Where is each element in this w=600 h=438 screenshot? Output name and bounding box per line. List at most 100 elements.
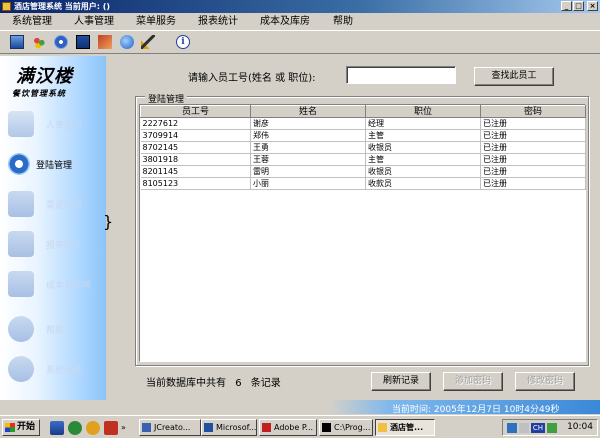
sidebar-subtitle: 餐饮管理系统 — [12, 88, 66, 98]
app-icon — [322, 423, 331, 432]
windows-logo-icon — [5, 423, 15, 432]
cell-password: 已注册 — [480, 165, 586, 178]
column-header-password[interactable]: 密码 — [480, 105, 586, 118]
sidebar-item-login[interactable]: 登陆管理 — [8, 149, 104, 179]
table-header-row: 员工号 姓名 职位 密码 — [140, 105, 586, 118]
sidebar-item-personnel[interactable]: 人事登记 — [8, 109, 104, 139]
book-icon[interactable] — [76, 35, 90, 49]
maximize-button[interactable]: □ — [573, 1, 584, 11]
cell-password: 已注册 — [480, 177, 586, 190]
task-command-prompt[interactable]: C:\Prog... — [319, 419, 373, 436]
cell-employee-id: 8105123 — [140, 177, 251, 190]
cell-name: 王勇 — [250, 141, 366, 154]
cell-employee-id: 3801918 — [140, 153, 251, 166]
task-label: C:\Prog... — [334, 423, 371, 432]
sidebar-item-label: 帮助 — [46, 326, 65, 336]
sidebar-item-cost[interactable]: 成本及库房 — [8, 269, 104, 299]
cell-position: 主管 — [365, 129, 481, 142]
quicklaunch-icon[interactable] — [68, 421, 82, 435]
cell-name: 王蓉 — [250, 153, 366, 166]
app-icon — [262, 423, 271, 432]
sidebar-item-label: 人事登记 — [46, 121, 83, 131]
table-row[interactable]: 8105123 小丽 收款员 已注册 — [140, 177, 586, 190]
cell-password: 已注册 — [480, 117, 586, 130]
clock: 10:04 — [567, 422, 593, 432]
info-icon — [8, 356, 34, 382]
chart-icon — [8, 231, 34, 257]
sidebar-splitter[interactable]: } — [103, 212, 113, 231]
menu-personnel[interactable]: 人事管理 — [74, 15, 114, 28]
card-icon[interactable] — [98, 35, 112, 49]
system-tray: CH 10:04 — [502, 419, 598, 436]
column-header-name[interactable]: 姓名 — [250, 105, 366, 118]
task-jcreator[interactable]: JCreato... — [139, 419, 201, 436]
task-microsoft[interactable]: Microsof... — [201, 419, 257, 436]
record-count: 当前数据库中共有 6 条记录 — [146, 374, 287, 389]
task-label: Adobe P... — [274, 423, 314, 432]
column-header-position[interactable]: 职位 — [365, 105, 481, 118]
help-icon — [8, 316, 34, 342]
cell-position: 收款员 — [365, 177, 481, 190]
cell-name: 郑伟 — [250, 129, 366, 142]
employee-table[interactable]: 员工号 姓名 职位 密码 2227612 谢彦 经理 已注册 3709914 郑… — [139, 104, 586, 362]
menu-reports[interactable]: 报表统计 — [198, 15, 238, 28]
minimize-button[interactable]: _ — [561, 1, 572, 11]
add-password-button[interactable]: 添加密码 — [443, 372, 503, 391]
chevron-right-icon[interactable]: » — [121, 421, 135, 435]
info-icon[interactable]: i — [176, 35, 190, 49]
quicklaunch-icon[interactable] — [50, 421, 64, 435]
volume-icon[interactable] — [519, 423, 529, 433]
menu-cost-warehouse[interactable]: 成本及库房 — [260, 15, 310, 28]
table-row[interactable]: 2227612 谢彦 经理 已注册 — [140, 117, 586, 130]
sidebar-item-menu-price[interactable]: 菜谱价格 — [8, 189, 104, 219]
cell-employee-id: 8702145 — [140, 141, 251, 154]
task-adobe[interactable]: Adobe P... — [259, 419, 317, 436]
tools-icon — [8, 271, 34, 297]
quicklaunch-icon[interactable] — [104, 421, 118, 435]
computer-icon[interactable] — [10, 35, 24, 49]
cell-password: 已注册 — [480, 141, 586, 154]
cell-name: 雷明 — [250, 165, 366, 178]
task-hotel-mgmt[interactable]: 酒店管... — [375, 419, 435, 436]
sidebar-item-label: 菜谱价格 — [46, 201, 83, 211]
tray-icon[interactable] — [547, 423, 557, 433]
tray-icon[interactable] — [507, 423, 517, 433]
cell-position: 经理 — [365, 117, 481, 130]
search-input[interactable] — [346, 66, 456, 84]
toolbar: i — [0, 30, 600, 54]
users-icon[interactable] — [32, 35, 46, 49]
sidebar-item-settings[interactable]: 系统设置 — [8, 354, 104, 384]
quicklaunch-icon[interactable] — [86, 421, 100, 435]
taskbar: 开始 » JCreato... Microsof... Adobe P... C… — [0, 415, 600, 438]
globe-icon[interactable] — [120, 35, 134, 49]
brush-icon[interactable] — [141, 35, 155, 49]
cell-employee-id: 8201145 — [140, 165, 251, 178]
table-row[interactable]: 8702145 王勇 收银员 已注册 — [140, 141, 586, 154]
cell-name: 谢彦 — [250, 117, 366, 130]
close-button[interactable]: × — [587, 1, 598, 11]
modify-password-button[interactable]: 修改密码 — [515, 372, 575, 391]
task-label: JCreato... — [154, 423, 191, 432]
refresh-records-button[interactable]: 刷新记录 — [371, 372, 431, 391]
cell-employee-id: 3709914 — [140, 129, 251, 142]
sidebar-logo: 满汉楼 — [16, 66, 73, 87]
sidebar-item-label: 系统设置 — [46, 366, 83, 376]
menu-system[interactable]: 系统管理 — [12, 15, 52, 28]
task-label: 酒店管... — [390, 423, 424, 432]
gear-icon[interactable] — [54, 35, 68, 49]
table-row[interactable]: 8201145 雷明 收银员 已注册 — [140, 165, 586, 178]
menu-menu-service[interactable]: 菜单服务 — [136, 15, 176, 28]
sidebar-item-help[interactable]: 帮助 — [8, 314, 104, 344]
sidebar-item-reports[interactable]: 报表统计 — [8, 229, 104, 259]
app-icon — [204, 423, 213, 432]
app-icon — [378, 423, 387, 432]
start-button[interactable]: 开始 — [2, 419, 40, 436]
menu-help[interactable]: 帮助 — [333, 15, 353, 28]
status-time: 当前时间: 2005年12月7日 10时4分49秒 — [392, 405, 560, 415]
find-employee-button[interactable]: 查找此员工 — [474, 67, 554, 86]
table-row[interactable]: 3709914 郑伟 主管 已注册 — [140, 129, 586, 142]
sidebar-item-label: 成本及库房 — [46, 281, 92, 291]
language-indicator[interactable]: CH — [531, 423, 545, 433]
column-header-employee-id[interactable]: 员工号 — [140, 105, 251, 118]
table-row[interactable]: 3801918 王蓉 主管 已注册 — [140, 153, 586, 166]
